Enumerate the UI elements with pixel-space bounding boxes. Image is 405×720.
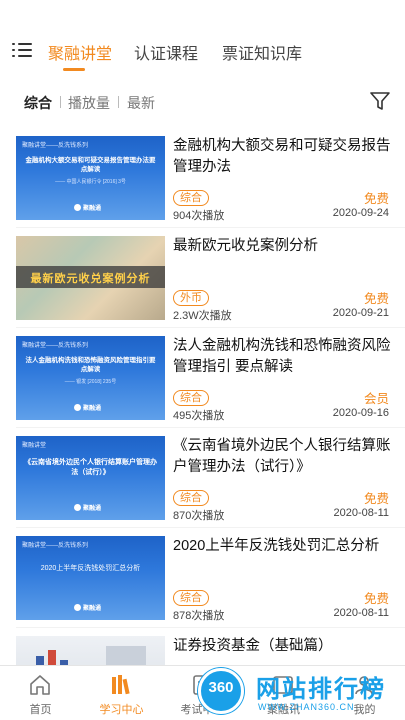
play-count: 878次播放	[173, 610, 225, 622]
category-tag: 综合	[173, 190, 209, 206]
category-tag: 外币	[173, 290, 209, 306]
publish-date: 2020-08-11	[333, 607, 389, 619]
menu-icon[interactable]	[12, 42, 32, 58]
course-title: 《云南省境外边民个人银行结算账户管理办法（试行）》	[173, 438, 391, 475]
nav-label: 学习中心	[99, 704, 144, 716]
tab-notes-knowledge-base[interactable]: 票证知识库	[222, 40, 302, 64]
course-thumbnail: 聚融讲堂——反洗钱系列 法人金融机构洗钱和恐怖融资风险管理指引要点解读 —— 银…	[16, 336, 165, 420]
price-label: 会员	[363, 392, 389, 406]
thumbnail-band-text: 最新欧元收兑案例分析	[30, 273, 151, 285]
course-thumbnail: 聚融讲堂——反洗钱系列 金融机构大额交易和可疑交易报告管理办法要点解读 —— 中…	[16, 136, 165, 220]
sort-play-count[interactable]: 播放量	[68, 93, 110, 113]
thumbnail-heading: 金融机构大额交易和可疑交易报告管理办法要点解读	[25, 157, 156, 174]
play-count: 2.3W次播放	[173, 310, 232, 322]
thumbnail-heading: 2020上半年反洗钱处罚汇总分析	[40, 565, 141, 572]
publish-date: 2020-08-11	[333, 507, 389, 519]
sort-newest[interactable]: 最新	[127, 93, 155, 113]
logo-text: 聚融通	[83, 206, 102, 212]
price-label: 免费	[363, 292, 389, 306]
logo-icon	[74, 604, 81, 611]
thumbnail-logo: 聚融通	[74, 603, 101, 612]
thumbnail-heading: 《云南省境外边民个人银行结算账户管理办法（试行）》	[24, 459, 157, 476]
play-count: 495次播放	[173, 410, 225, 422]
sort-divider	[118, 96, 119, 108]
home-icon	[30, 675, 50, 695]
publish-date: 2020-09-16	[332, 407, 389, 419]
logo-text: 聚融通	[83, 606, 102, 612]
watermark: 360 网站排行榜 WWW.ZHAN360.CN	[198, 665, 405, 720]
play-count: 904次播放	[173, 210, 225, 222]
course-item[interactable]: 聚融讲堂——反洗钱系列 法人金融机构洗钱和恐怖融资风险管理指引要点解读 —— 银…	[0, 328, 405, 428]
nav-label: 首页	[29, 704, 52, 716]
watermark-url: WWW.ZHAN360.CN	[258, 702, 355, 712]
course-item[interactable]: 聚融讲堂——反洗钱系列 金融机构大额交易和可疑交易报告管理办法要点解读 —— 中…	[0, 128, 405, 228]
publish-date: 2020-09-21	[332, 307, 389, 319]
thumbnail-subtitle: —— 中国人民银行令 [2016] 3号	[55, 179, 126, 185]
thumbnail-series: 聚融讲堂	[22, 443, 47, 449]
course-title: 2020上半年反洗钱处罚汇总分析	[173, 538, 380, 554]
filter-icon[interactable]	[369, 90, 391, 112]
books-icon	[112, 675, 130, 695]
tab-certification-courses[interactable]: 认证课程	[134, 40, 198, 64]
tab-juronglecture[interactable]: 聚融讲堂	[48, 40, 112, 64]
thumbnail-logo: 聚融通	[74, 403, 101, 412]
thumbnail-series: 聚融讲堂——反洗钱系列	[22, 543, 89, 549]
price-label: 免费	[363, 492, 389, 506]
logo-icon	[74, 204, 81, 211]
course-item[interactable]: 聚融讲堂 《云南省境外边民个人银行结算账户管理办法（试行）》 聚融通 《云南省境…	[0, 428, 405, 528]
course-item[interactable]: 聚融讲堂——反洗钱系列 2020上半年反洗钱处罚汇总分析 聚融通 2020上半年…	[0, 528, 405, 628]
course-title: 最新欧元收兑案例分析	[173, 238, 318, 254]
thumbnail-series: 聚融讲堂——反洗钱系列	[22, 143, 89, 149]
course-thumbnail: 聚融讲堂 《云南省境外边民个人银行结算账户管理办法（试行）》 聚融通	[16, 436, 165, 520]
thumbnail-logo: 聚融通	[74, 503, 101, 512]
course-thumbnail: 最新欧元收兑案例分析	[16, 236, 165, 320]
thumbnail-heading: 法人金融机构洗钱和恐怖融资风险管理指引要点解读	[25, 357, 156, 374]
course-thumbnail: 聚融讲堂——反洗钱系列 2020上半年反洗钱处罚汇总分析 聚融通	[16, 536, 165, 620]
sort-comprehensive[interactable]: 综合	[24, 93, 52, 113]
sort-divider	[60, 96, 61, 108]
logo-icon	[74, 404, 81, 411]
category-tag: 综合	[173, 390, 209, 406]
course-title: 证券投资基金（基础篇）	[173, 638, 333, 654]
price-label: 免费	[363, 192, 389, 206]
active-tab-indicator	[63, 68, 85, 71]
category-tag: 综合	[173, 490, 209, 506]
course-title: 法人金融机构洗钱和恐怖融资风险管理指引 要点解读	[173, 338, 391, 375]
logo-text: 聚融通	[83, 506, 102, 512]
logo-icon	[74, 504, 81, 511]
category-tag: 综合	[173, 590, 209, 606]
thumbnail-logo: 聚融通	[74, 203, 101, 212]
thumbnail-series: 聚融讲堂——反洗钱系列	[22, 343, 89, 349]
sort-bar: 综合 播放量 最新	[0, 90, 405, 114]
watermark-text: 网站排行榜	[256, 676, 386, 703]
nav-home[interactable]: 首页	[0, 666, 81, 720]
nav-learning-center[interactable]: 学习中心	[81, 666, 162, 720]
course-title: 金融机构大额交易和可疑交易报告管理办法	[173, 138, 391, 175]
course-item[interactable]: 最新欧元收兑案例分析 最新欧元收兑案例分析 外币 免费 2.3W次播放 2020…	[0, 228, 405, 328]
play-count: 870次播放	[173, 510, 225, 522]
thumbnail-subtitle: —— 银发 [2018] 235号	[64, 379, 117, 385]
top-nav: 聚融讲堂 认证课程 票证知识库	[0, 28, 405, 72]
watermark-badge-text: 360	[208, 679, 234, 696]
publish-date: 2020-09-24	[332, 207, 389, 219]
logo-text: 聚融通	[83, 406, 102, 412]
price-label: 免费	[363, 592, 389, 606]
